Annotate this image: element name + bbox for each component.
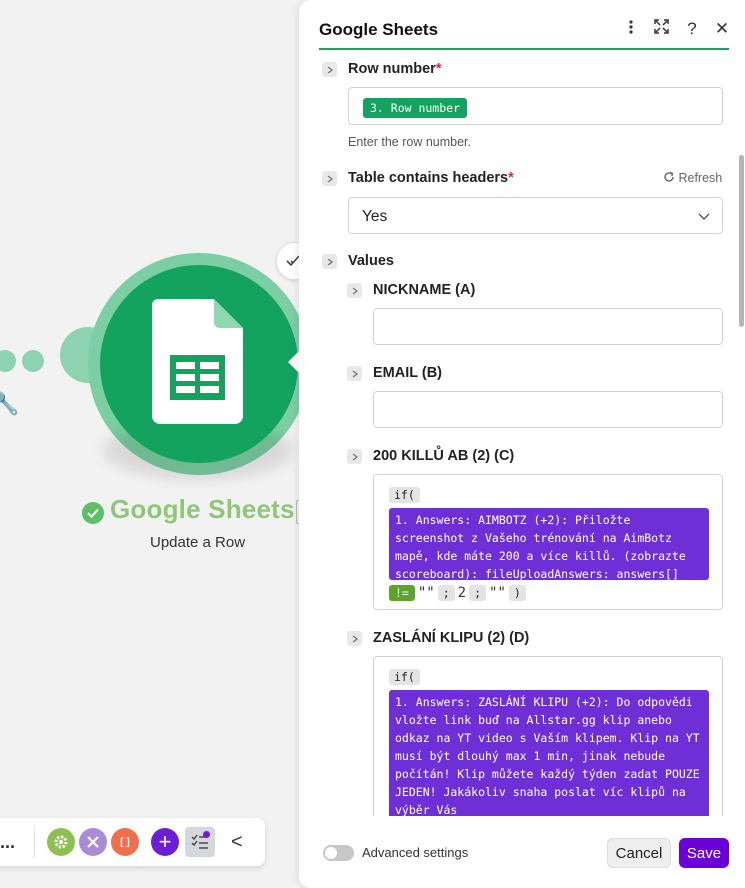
connector-dot: [22, 350, 44, 372]
separator-token[interactable]: ;: [469, 585, 487, 601]
close-paren-token[interactable]: ): [508, 585, 526, 601]
module-settings-panel: Google Sheets ? ✕ Row number* 3. Row num…: [299, 0, 745, 888]
advanced-settings-label: Advanced settings: [362, 845, 469, 860]
google-sheets-icon: [152, 299, 243, 424]
expand-icon[interactable]: [651, 19, 671, 39]
save-button[interactable]: Save: [679, 838, 729, 868]
advanced-settings-toggle[interactable]: [323, 845, 354, 861]
table-headers-selected: Yes: [362, 208, 388, 225]
panel-footer: Advanced settings Cancel Save: [299, 816, 745, 888]
email-field[interactable]: [373, 391, 723, 428]
table-headers-expand-icon[interactable]: [322, 171, 337, 186]
row-number-hint: Enter the row number.: [348, 135, 471, 149]
notification-dot: [203, 831, 210, 838]
email-label: EMAIL (B): [373, 365, 443, 381]
panel-title: Google Sheets: [319, 20, 439, 39]
clip-expand-icon[interactable]: [347, 631, 362, 646]
collapse-toolbar-button[interactable]: <: [231, 831, 243, 854]
status-check-icon: [82, 501, 104, 524]
help-icon[interactable]: ?: [682, 19, 702, 39]
email-expand-icon[interactable]: [347, 366, 362, 381]
table-headers-select[interactable]: Yes: [348, 197, 723, 234]
gear-icon: [54, 835, 68, 849]
tools-icon: [87, 836, 99, 848]
values-label: Values: [348, 253, 394, 269]
kills-formula-tail: != "" ; 2 ; "" ): [389, 585, 526, 601]
cancel-button[interactable]: Cancel: [607, 838, 671, 868]
clip-label: ZASLÁNÍ KLIPU (2) (D): [373, 630, 530, 646]
panel-header: Google Sheets ? ✕: [299, 0, 745, 52]
values-expand-icon[interactable]: [322, 254, 337, 269]
row-number-mapping-pill[interactable]: 3. Row number: [363, 98, 468, 118]
close-icon[interactable]: ✕: [712, 19, 732, 39]
flow-control-button[interactable]: [79, 828, 107, 856]
header-accent-line: [319, 48, 729, 50]
table-headers-label: Table contains headers*: [348, 170, 514, 186]
separator-token[interactable]: ;: [437, 585, 455, 601]
text-parser-button[interactable]: [ ]: [111, 828, 139, 856]
double-check-icon: [286, 255, 300, 267]
refresh-label: Refresh: [678, 171, 723, 185]
module-title: Google Sheets: [82, 494, 295, 525]
kills-answer-mapping[interactable]: 1. Answers: AIMBOTZ (+2): Přiložte scree…: [389, 508, 709, 581]
refresh-button[interactable]: Refresh: [663, 171, 722, 185]
row-number-field[interactable]: 3. Row number: [348, 87, 723, 125]
refresh-icon: [664, 171, 674, 182]
if-function-token[interactable]: if(: [389, 487, 420, 503]
scenario-flow-button[interactable]: [185, 827, 215, 857]
module-subtitle: Update a Row: [150, 534, 246, 551]
add-module-button[interactable]: +: [151, 828, 179, 856]
row-number-label: Row number*: [348, 61, 442, 77]
tools-button[interactable]: [47, 828, 75, 856]
true-value-literal: 2: [457, 585, 467, 601]
kills-formula-field[interactable]: if( 1. Answers: AIMBOTZ (+2): Přiložte s…: [373, 474, 723, 610]
clip-answer-mapping[interactable]: 1. Answers: ZASLÁNÍ KLIPU (+2): Do odpov…: [389, 690, 709, 816]
nickname-field[interactable]: [373, 308, 723, 345]
kills-label: 200 KILLŮ AB (2) (C): [373, 448, 515, 464]
nickname-expand-icon[interactable]: [347, 283, 362, 298]
more-options-button[interactable]: ...: [0, 832, 20, 853]
toolbar-divider: [34, 826, 35, 858]
false-value-literal: "": [489, 585, 506, 601]
route-check-button[interactable]: [276, 242, 300, 280]
wrench-icon[interactable]: 🔧: [0, 392, 19, 417]
canvas-toolbar: ... [ ] + <: [0, 818, 265, 866]
row-number-expand-icon[interactable]: [322, 62, 337, 77]
connector-dot: [0, 350, 16, 372]
toggle-knob: [325, 847, 337, 859]
if-function-token[interactable]: if(: [389, 669, 420, 685]
chevron-down-icon: [698, 208, 710, 224]
empty-string-literal: "": [417, 585, 435, 601]
kills-expand-icon[interactable]: [347, 449, 362, 464]
panel-scrollbar[interactable]: [739, 155, 744, 327]
module-title-text: Google Sheets: [110, 494, 295, 524]
clip-formula-field[interactable]: if( 1. Answers: ZASLÁNÍ KLIPU (+2): Do o…: [373, 656, 723, 816]
nickname-label: NICKNAME (A): [373, 282, 476, 298]
scenario-canvas[interactable]: 🔧 Google Sheets Update a Row ... [] + <: [0, 0, 300, 888]
kebab-menu-icon[interactable]: [621, 19, 641, 39]
panel-content: Row number* 3. Row number Enter the row …: [299, 52, 739, 816]
not-equal-operator[interactable]: !=: [389, 585, 415, 601]
